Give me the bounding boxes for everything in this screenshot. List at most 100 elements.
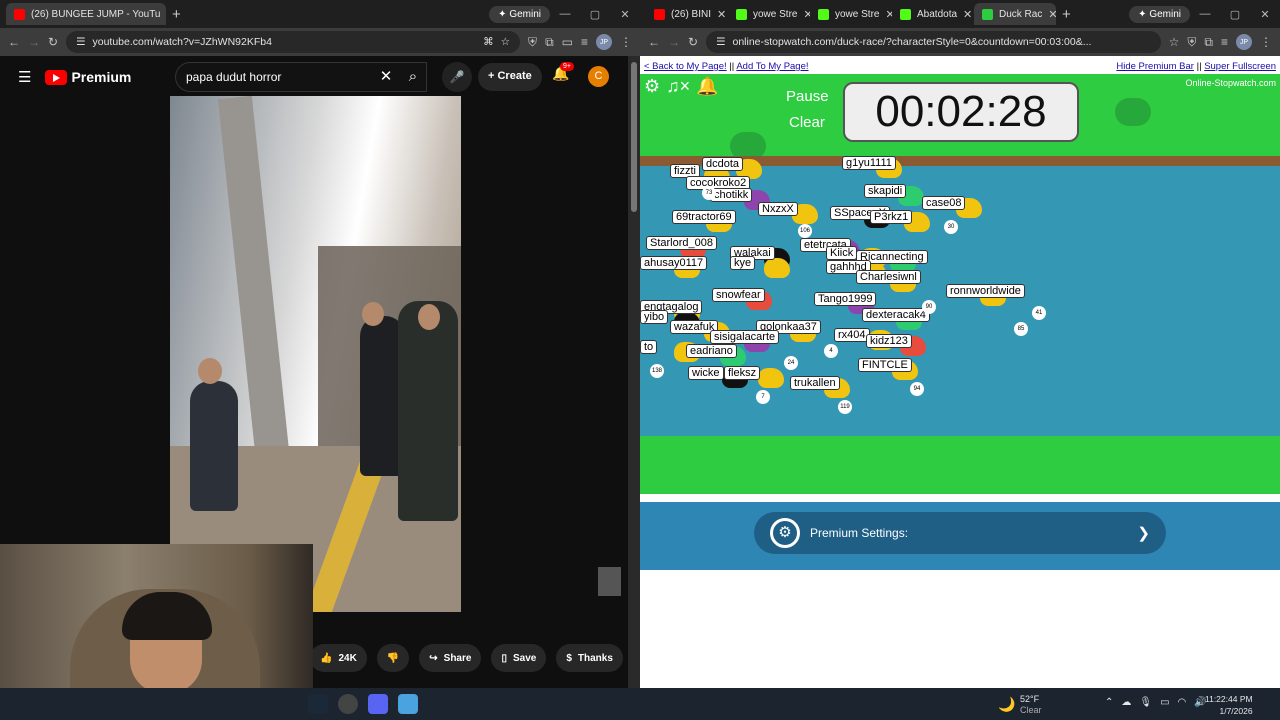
- add-to-my-page-link[interactable]: Add To My Page!: [736, 61, 808, 72]
- discord-icon[interactable]: [368, 694, 388, 714]
- duck-name-label: Charlesiwnl: [856, 270, 921, 284]
- address-bar[interactable]: ☰ youtube.com/watch?v=JZhWN92KFb4 ⌘ ☆: [66, 31, 521, 53]
- minimize-icon[interactable]: —: [550, 8, 580, 20]
- super-fullscreen-link[interactable]: Super Fullscreen: [1204, 61, 1276, 72]
- steam-icon[interactable]: [308, 694, 328, 714]
- duck-number-label: 7: [756, 390, 770, 404]
- dislike-button[interactable]: 👎: [376, 644, 410, 672]
- left-toolbar: ← → ↻ ☰ youtube.com/watch?v=JZhWN92KFb4 …: [0, 28, 640, 56]
- thanks-button[interactable]: $ Thanks: [556, 644, 623, 672]
- forward-icon[interactable]: →: [668, 35, 680, 49]
- video-head: [362, 302, 384, 326]
- wifi-icon[interactable]: ◠: [1178, 697, 1187, 708]
- close-window-icon[interactable]: ✕: [610, 8, 640, 21]
- tab-bini[interactable]: (26) BINI ✕: [646, 3, 728, 25]
- user-avatar[interactable]: C: [588, 66, 609, 87]
- forward-icon[interactable]: →: [28, 35, 40, 49]
- duck-race-game[interactable]: ⚙ ♫× 🔔 Pause Clear 00:02:28 Online-Stopw…: [640, 74, 1280, 494]
- share-button[interactable]: ↪ Share: [419, 644, 482, 672]
- gear-icon: ⚙: [770, 518, 800, 548]
- minimize-icon[interactable]: —: [1190, 8, 1220, 20]
- video-actions: 👍24K 👎 ↪Share ▯Save $Thanks ⋯: [310, 644, 663, 672]
- gemini-button[interactable]: ✦ Gemini: [1129, 5, 1190, 23]
- youtube-play-icon: [45, 69, 68, 85]
- back-icon[interactable]: ←: [8, 35, 20, 49]
- maximize-icon[interactable]: ▢: [580, 8, 610, 21]
- shield-icon[interactable]: ⛨: [528, 35, 537, 50]
- tab-kick-3[interactable]: Abatdota ✕: [892, 3, 974, 25]
- close-tab-icon[interactable]: ✕: [1048, 8, 1056, 21]
- tab-youtube[interactable]: (26) BUNGEE JUMP - YouTu 🔊 ✕: [6, 3, 166, 25]
- mic-icon[interactable]: 🎙: [1139, 697, 1152, 708]
- more-icon[interactable]: ⋮: [1260, 35, 1272, 49]
- duck-name-label: skapidi: [864, 184, 907, 198]
- notepad-icon[interactable]: [398, 694, 418, 714]
- duck-name-label: dcdota: [702, 157, 744, 171]
- duck-number-label: 85: [1014, 322, 1028, 336]
- duck-name-label: Kiick: [826, 246, 858, 260]
- microphone-icon[interactable]: 🎤: [442, 62, 472, 92]
- tab-duck-race[interactable]: Duck Rac ✕: [974, 3, 1056, 25]
- reload-icon[interactable]: ↻: [688, 35, 698, 49]
- menu-icon[interactable]: ≡: [581, 35, 588, 49]
- search-icon[interactable]: ⌕: [395, 62, 431, 92]
- gemini-button[interactable]: ✦ Gemini: [489, 5, 550, 23]
- right-toolbar: ← → ↻ ☰ online-stopwatch.com/duck-race/?…: [640, 28, 1280, 56]
- channel-thumbnail[interactable]: [598, 567, 621, 596]
- extensions-icon[interactable]: ⧉: [1204, 35, 1213, 50]
- obs-icon[interactable]: [338, 694, 358, 714]
- extensions-icon[interactable]: ⧉: [545, 35, 554, 50]
- translate-icon[interactable]: ⌘: [483, 36, 494, 48]
- hide-premium-bar-link[interactable]: Hide Premium Bar: [1116, 61, 1194, 72]
- scrollbar-thumb[interactable]: [631, 62, 637, 212]
- close-tab-icon[interactable]: ✕: [717, 8, 726, 21]
- cloud-icon[interactable]: ☁: [1121, 697, 1131, 708]
- premium-settings-bar[interactable]: ⚙ Premium Settings: ❯: [754, 512, 1166, 554]
- tab-kick-1[interactable]: yowe Stre ✕: [728, 3, 810, 25]
- duck-name-label: kye: [730, 256, 756, 270]
- duck-number-label: 90: [922, 300, 936, 314]
- close-window-icon[interactable]: ✕: [1250, 8, 1280, 21]
- clock[interactable]: 11:22:44 PM 1/7/2026: [1205, 693, 1253, 717]
- pause-button[interactable]: Pause: [786, 88, 829, 105]
- duck-name-label: chotikk: [710, 188, 753, 202]
- close-tab-icon[interactable]: ✕: [963, 8, 972, 21]
- sidebar-icon[interactable]: ▭: [562, 35, 573, 49]
- profile-avatar[interactable]: JP: [1236, 34, 1252, 50]
- profile-avatar[interactable]: JP: [596, 34, 612, 50]
- thanks-icon: $: [566, 652, 572, 664]
- create-button[interactable]: + Create: [478, 63, 542, 91]
- video-player[interactable]: [170, 96, 461, 612]
- monitor-icon[interactable]: ▭: [1160, 697, 1169, 708]
- music-mute-icon[interactable]: ♫×: [666, 76, 690, 97]
- site-info-icon[interactable]: ☰: [716, 36, 725, 48]
- hamburger-icon[interactable]: ☰: [18, 68, 31, 86]
- duck-number-label: 30: [944, 220, 958, 234]
- menu-icon[interactable]: ≡: [1221, 35, 1228, 49]
- settings-gear-icon[interactable]: ⚙: [644, 76, 660, 97]
- bookmark-icon[interactable]: ☆: [1169, 35, 1180, 49]
- sound-icon[interactable]: 🔔: [696, 76, 718, 97]
- new-tab-button[interactable]: +: [1062, 6, 1071, 23]
- address-bar[interactable]: ☰ online-stopwatch.com/duck-race/?charac…: [706, 31, 1161, 53]
- video-head: [198, 358, 222, 384]
- new-tab-button[interactable]: +: [172, 6, 181, 23]
- page-links-left: < Back to My Page! || Add To My Page!: [644, 61, 809, 72]
- shield-icon[interactable]: ⛨: [1187, 35, 1196, 50]
- clear-button[interactable]: Clear: [789, 114, 825, 131]
- back-icon[interactable]: ←: [648, 35, 660, 49]
- more-icon[interactable]: ⋮: [620, 35, 632, 49]
- save-button[interactable]: ▯ Save: [491, 644, 547, 672]
- site-info-icon[interactable]: ☰: [76, 36, 85, 48]
- reload-icon[interactable]: ↻: [48, 35, 58, 49]
- url-text: online-stopwatch.com/duck-race/?characte…: [732, 36, 1092, 48]
- chevron-down-icon[interactable]: ❯: [1137, 524, 1150, 542]
- like-button[interactable]: 👍 24K: [310, 644, 367, 672]
- tab-kick-2[interactable]: yowe Stre ✕: [810, 3, 892, 25]
- back-to-my-page-link[interactable]: < Back to My Page!: [644, 61, 727, 72]
- maximize-icon[interactable]: ▢: [1220, 8, 1250, 21]
- bookmark-icon[interactable]: ☆: [501, 36, 510, 48]
- youtube-logo[interactable]: Premium: [45, 69, 131, 85]
- url-text: youtube.com/watch?v=JZhWN92KFb4: [92, 36, 272, 48]
- chevron-up-icon[interactable]: ⌃: [1105, 697, 1113, 708]
